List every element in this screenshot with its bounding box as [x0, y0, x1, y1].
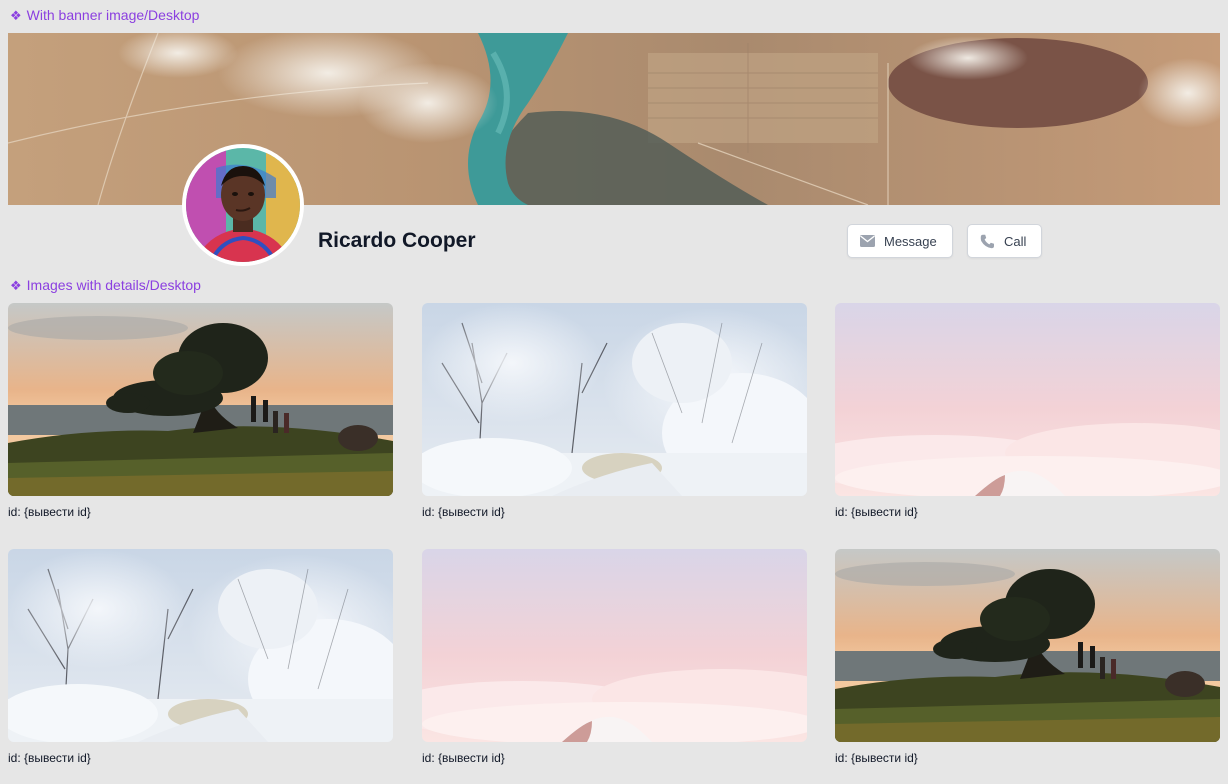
gallery-image-snowy-forest[interactable] — [8, 549, 393, 742]
gallery-image-pink-clouds-peak[interactable] — [422, 549, 807, 742]
message-button-label: Message — [884, 233, 937, 249]
component-icon: ❖ — [10, 277, 22, 293]
gallery-card[interactable]: id: {вывести id} — [8, 549, 393, 765]
section-label-text: Images with details/Desktop — [26, 277, 201, 293]
envelope-icon — [860, 235, 875, 247]
gallery-caption: id: {вывести id} — [835, 505, 918, 519]
gallery-image-tree-sunset[interactable] — [8, 303, 393, 496]
call-button-label: Call — [1004, 233, 1027, 249]
message-button[interactable]: Message — [847, 224, 953, 258]
gallery-card[interactable]: id: {вывести id} — [835, 549, 1220, 765]
gallery-card[interactable]: id: {вывести id} — [422, 303, 807, 519]
call-button[interactable]: Call — [967, 224, 1042, 258]
gallery-caption: id: {вывести id} — [8, 505, 91, 519]
gallery-image-tree-sunset[interactable] — [835, 549, 1220, 742]
section-label-gallery: ❖ Images with details/Desktop — [10, 277, 201, 293]
gallery-card[interactable]: id: {вывести id} — [422, 549, 807, 765]
section-label-banner: ❖ With banner image/Desktop — [10, 7, 199, 23]
gallery-card[interactable]: id: {вывести id} — [835, 303, 1220, 519]
section-label-text: With banner image/Desktop — [26, 7, 200, 23]
gallery-caption: id: {вывести id} — [835, 751, 918, 765]
phone-icon — [980, 234, 995, 249]
gallery-card[interactable]: id: {вывести id} — [8, 303, 393, 519]
profile-name: Ricardo Cooper — [318, 229, 476, 252]
component-icon: ❖ — [10, 7, 22, 23]
gallery-caption: id: {вывести id} — [422, 751, 505, 765]
gallery-image-snowy-forest[interactable] — [422, 303, 807, 496]
gallery-caption: id: {вывести id} — [422, 505, 505, 519]
avatar — [182, 144, 304, 266]
gallery-caption: id: {вывести id} — [8, 751, 91, 765]
gallery-image-pink-clouds-peak[interactable] — [835, 303, 1220, 496]
